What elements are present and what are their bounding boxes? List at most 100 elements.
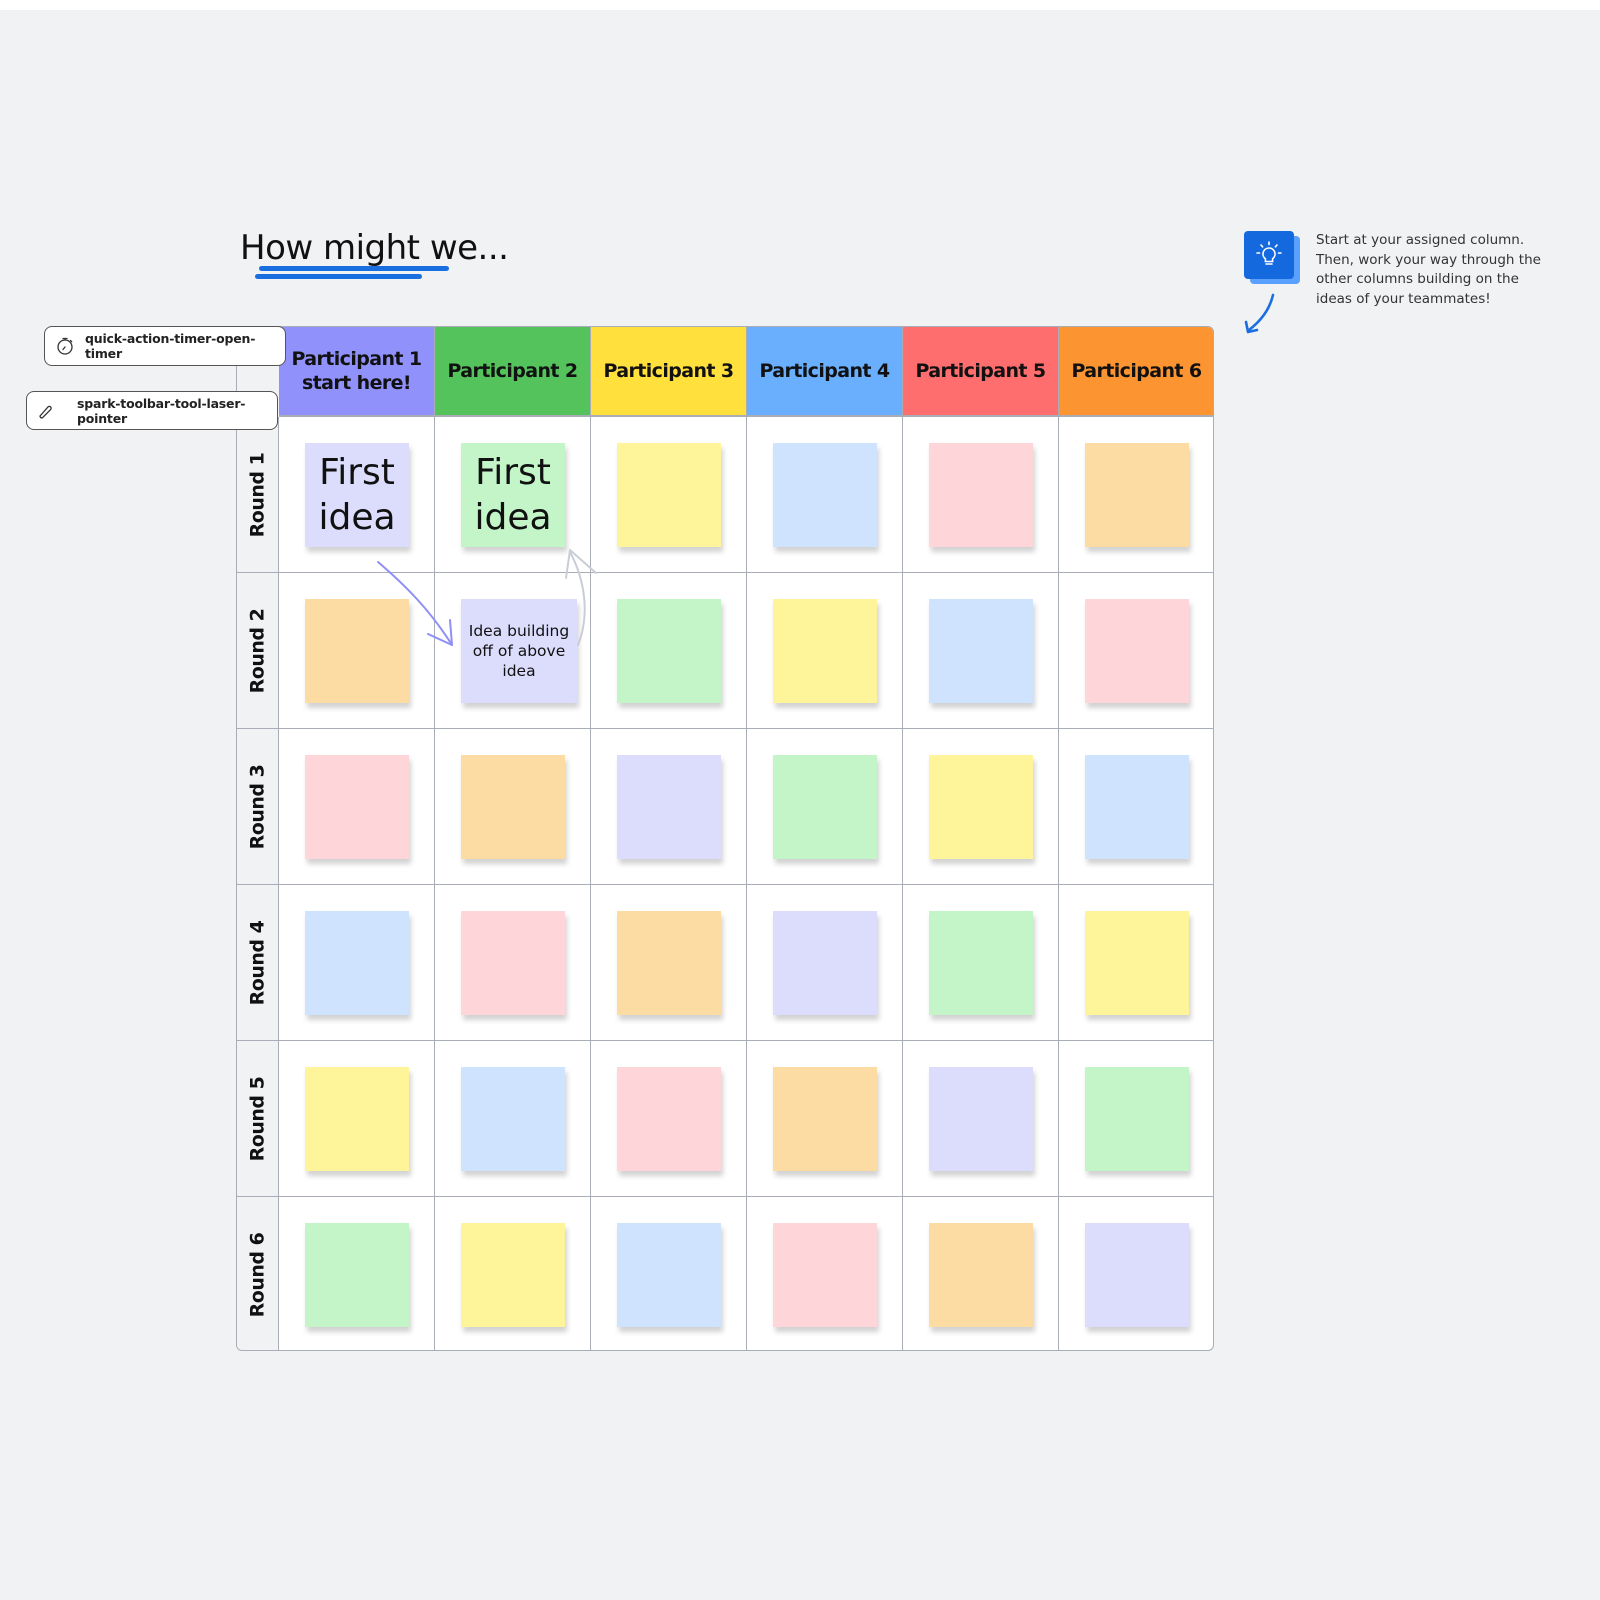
grid-cell[interactable] [903,729,1059,885]
sticky-note[interactable] [929,755,1033,859]
row-label-text: Round 2 [246,608,269,693]
sticky-note[interactable] [461,911,565,1015]
row-label-round-2: Round 2 [237,573,279,729]
row-label-text: Round 3 [246,764,269,849]
grid-cell[interactable]: First idea [435,417,591,573]
sticky-note[interactable] [305,755,409,859]
sticky-note[interactable] [773,1223,877,1327]
sticky-note[interactable] [305,911,409,1015]
sticky-note[interactable] [773,1067,877,1171]
title-underline-stroke [259,266,449,271]
timer-chip-label: quick-action-timer-open-timer [85,331,256,361]
laser-pointer-tooltip-chip[interactable]: spark-toolbar-tool-laser-pointer [26,391,278,430]
row-label-text: Round 6 [246,1232,269,1317]
grid-cell[interactable] [747,1197,903,1350]
column-header-participant-5[interactable]: Participant 5 [903,327,1059,417]
row-label-round-4: Round 4 [237,885,279,1041]
sticky-note[interactable] [1085,755,1189,859]
sticky-note[interactable] [1085,443,1189,547]
laser-pointer-icon [37,403,53,419]
grid-cell[interactable] [591,1041,747,1197]
row-label-round-3: Round 3 [237,729,279,885]
sticky-note[interactable] [461,1223,565,1327]
grid-cell[interactable] [903,1197,1059,1350]
instructions-text[interactable]: Start at your assigned column. Then, wor… [1316,231,1546,309]
brainwriting-grid: Participant 1 start here! Participant 2 Pa… [236,326,1214,1351]
grid-cell[interactable] [591,885,747,1041]
grid-cell[interactable] [747,417,903,573]
sticky-note[interactable] [929,1223,1033,1327]
sticky-note[interactable] [461,1067,565,1171]
row-label-round-6: Round 6 [237,1197,279,1350]
sticky-note[interactable] [305,1223,409,1327]
sticky-note[interactable] [617,599,721,703]
grid-cell[interactable] [591,417,747,573]
grid-cell[interactable] [1059,417,1213,573]
grid-cell[interactable] [1059,729,1213,885]
sticky-note[interactable] [617,1223,721,1327]
sticky-note[interactable] [1085,1067,1189,1171]
sticky-note[interactable] [1085,911,1189,1015]
grid-cell[interactable] [279,573,435,729]
row-label-round-1: Round 1 [237,417,279,573]
column-header-participant-3[interactable]: Participant 3 [591,327,747,417]
grid-cell[interactable] [435,1197,591,1350]
sticky-note[interactable] [305,1067,409,1171]
sticky-note[interactable]: Idea building off of above idea [461,599,577,703]
grid-cell[interactable] [279,885,435,1041]
grid-cell[interactable] [903,885,1059,1041]
grid-cell[interactable]: First idea [279,417,435,573]
sticky-note[interactable] [929,1067,1033,1171]
sticky-note[interactable] [929,911,1033,1015]
row-label-text: Round 1 [246,452,269,537]
grid-cell[interactable] [279,1041,435,1197]
sticky-note[interactable] [617,1067,721,1171]
column-header-participant-1[interactable]: Participant 1 start here! [279,327,435,417]
top-band [0,0,1600,10]
column-header-participant-2[interactable]: Participant 2 [435,327,591,417]
sticky-note[interactable] [929,443,1033,547]
grid-cell[interactable] [1059,1041,1213,1197]
sticky-note[interactable] [929,599,1033,703]
page-title[interactable]: How might we... [240,228,509,268]
sticky-note[interactable] [617,443,721,547]
sticky-note[interactable] [1085,1223,1189,1327]
grid-cell[interactable] [903,573,1059,729]
grid-cell[interactable] [903,1041,1059,1197]
column-header-participant-4[interactable]: Participant 4 [747,327,903,417]
sticky-note[interactable] [617,755,721,859]
sticky-note[interactable] [773,755,877,859]
grid-cell[interactable] [1059,1197,1213,1350]
sticky-note[interactable] [773,443,877,547]
grid-cell[interactable] [591,573,747,729]
grid-cell[interactable] [591,729,747,885]
column-header-participant-6[interactable]: Participant 6 [1059,327,1213,417]
lightbulb-icon [1244,231,1294,279]
grid-cell[interactable] [1059,573,1213,729]
sticky-note[interactable] [773,911,877,1015]
grid-cell[interactable] [747,729,903,885]
sticky-note[interactable]: First idea [461,443,565,547]
sticky-note[interactable] [461,755,565,859]
grid-cell[interactable] [747,573,903,729]
grid-cell[interactable] [591,1197,747,1350]
grid-cell[interactable] [279,1197,435,1350]
timer-tooltip-chip[interactable]: quick-action-timer-open-timer [44,326,286,366]
grid-cell[interactable] [435,885,591,1041]
grid-cell[interactable] [747,1041,903,1197]
sticky-note[interactable] [1085,599,1189,703]
grid-cell[interactable]: Idea building off of above idea [435,573,591,729]
sticky-note[interactable]: First idea [305,443,409,547]
curved-arrow-icon [1244,293,1275,334]
grid-cell[interactable] [435,1041,591,1197]
sticky-note[interactable] [617,911,721,1015]
grid-cell[interactable] [903,417,1059,573]
sticky-note[interactable] [305,599,409,703]
grid-cell[interactable] [747,885,903,1041]
grid-cell[interactable] [435,729,591,885]
grid-cell[interactable] [1059,885,1213,1041]
sticky-note[interactable] [773,599,877,703]
row-label-text: Round 5 [246,1076,269,1161]
grid-cell[interactable] [279,729,435,885]
timer-icon [55,336,75,356]
